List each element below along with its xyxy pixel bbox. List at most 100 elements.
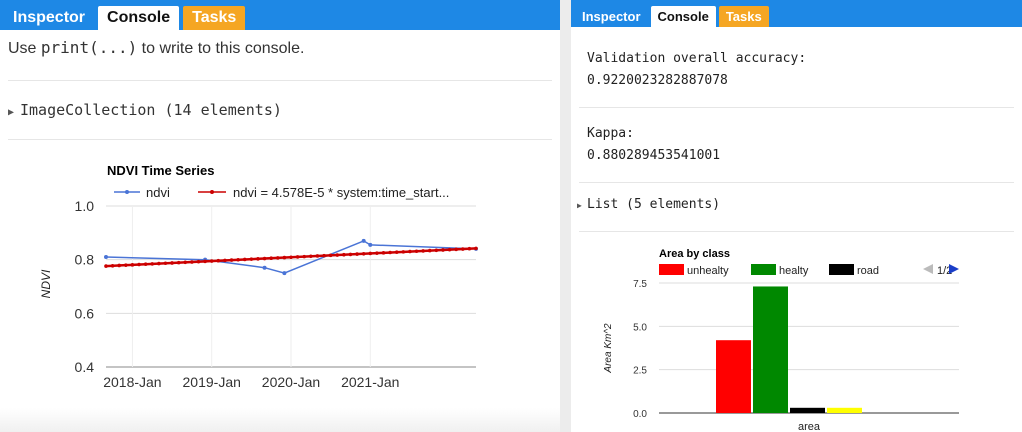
trend-point — [209, 259, 214, 263]
trend-point — [157, 261, 161, 266]
trend-point — [256, 257, 260, 261]
trend-point — [401, 250, 406, 254]
tab-console[interactable]: Console — [650, 6, 716, 27]
tab-bar: Inspector Console Tasks — [571, 0, 1022, 27]
chart-legend: unhealty healty road 1/2 — [659, 264, 959, 277]
trend-point — [163, 261, 168, 266]
y-tick-label: 0.8 — [75, 252, 95, 268]
y-tick-label: 2.5 — [633, 366, 647, 377]
trend-point — [381, 251, 386, 255]
trend-point — [275, 256, 280, 260]
trend-point — [454, 247, 458, 252]
hint-prefix: Use — [8, 40, 41, 57]
collection-row[interactable]: ▶ ImageCollection (14 elements) — [0, 81, 560, 139]
chart-grid — [659, 282, 959, 414]
kappa-value: 0.880289453541001 — [587, 148, 721, 163]
tab-inspector[interactable]: Inspector — [4, 6, 95, 30]
trend-point — [196, 259, 201, 264]
trend-point — [421, 249, 425, 253]
ndvi-point — [368, 242, 373, 247]
trend-point — [348, 252, 353, 257]
trend-point — [190, 260, 194, 264]
y-tick-label: 0.6 — [75, 305, 95, 321]
y-tick-label: 0.0 — [633, 409, 647, 420]
trend-point — [137, 262, 141, 267]
hint-suffix: to write to this console. — [137, 40, 305, 57]
ndvi-point — [282, 271, 287, 276]
list-row[interactable]: ▶ List (5 elements) — [571, 183, 1022, 231]
x-axis-label: area — [798, 421, 821, 432]
accuracy-value: 0.9220023282887078 — [587, 73, 728, 88]
y-tick-label: 7.5 — [633, 279, 647, 290]
expand-triangle-icon[interactable]: ▶ — [8, 107, 20, 118]
bottom-shade — [0, 408, 560, 432]
y-axis-label: Area Km^2 — [603, 323, 614, 374]
trend-point — [375, 251, 379, 255]
ndvi-chart: NDVI Time Series ndvi ndvi = 4.578E-5 * … — [39, 163, 478, 390]
trend-point — [176, 260, 181, 265]
divider — [579, 231, 1014, 232]
tab-tasks[interactable]: Tasks — [183, 6, 246, 30]
right-console-panel: Inspector Console Tasks Validation overa… — [571, 0, 1022, 432]
trend-point — [427, 248, 432, 253]
trend-point — [150, 262, 155, 266]
trend-point — [262, 256, 267, 261]
expand-triangle-icon[interactable]: ▶ — [577, 195, 587, 217]
legend-road: road — [857, 265, 879, 277]
kappa-block: Kappa: 0.880289453541001 — [571, 108, 1022, 167]
trend-point — [249, 257, 254, 261]
bar-unhealty — [716, 340, 751, 413]
x-tick-label: 2018-Jan — [103, 374, 161, 390]
y-tick-label: 0.4 — [75, 359, 95, 375]
trend-point — [355, 252, 359, 256]
trend-point — [295, 255, 300, 259]
trend-point — [236, 257, 240, 262]
trend-point — [124, 263, 128, 267]
bar-road — [790, 407, 825, 413]
collection-label: ImageCollection (14 elements) — [20, 101, 282, 119]
trend-point — [203, 259, 207, 264]
y-tick-labels: 7.5 5.0 2.5 0.0 — [633, 279, 647, 420]
legend-healty: healty — [779, 265, 809, 277]
trend-point — [183, 260, 188, 265]
bar-healty — [753, 286, 788, 413]
y-axis-label: NDVI — [39, 269, 53, 298]
accuracy-label: Validation overall accuracy: — [587, 51, 807, 66]
trend-point — [342, 252, 346, 257]
tab-bar: Inspector Console Tasks — [0, 0, 560, 30]
trend-point — [447, 247, 452, 252]
trend-point — [368, 251, 373, 256]
trend-point — [289, 255, 293, 260]
tab-inspector[interactable]: Inspector — [575, 6, 648, 27]
ndvi-point — [262, 265, 267, 270]
legend-unhealty: unhealty — [687, 265, 729, 277]
trend-point — [110, 263, 115, 268]
x-tick-labels: 2018-Jan 2019-Jan 2020-Jan 2021-Jan — [103, 374, 399, 390]
trend-point — [408, 249, 412, 254]
bar-other — [827, 407, 862, 413]
trend-point — [229, 258, 234, 262]
tab-console[interactable]: Console — [98, 6, 180, 30]
legend-next-icon[interactable] — [949, 264, 959, 274]
trend-point — [242, 257, 247, 262]
trend-point — [434, 248, 439, 253]
trend-point — [130, 263, 135, 267]
console-hint: Use print(...) to write to this console. — [0, 30, 560, 66]
trend-point — [269, 256, 273, 261]
x-tick-label: 2019-Jan — [183, 374, 241, 390]
chart-title: Area by class — [659, 248, 730, 260]
trend-point — [467, 246, 472, 251]
accuracy-block: Validation overall accuracy: 0.922002328… — [571, 27, 1022, 92]
trend-point — [117, 263, 122, 268]
trend-point — [223, 258, 227, 263]
trend-point — [328, 253, 333, 258]
chart-grid — [106, 205, 476, 368]
x-tick-label: 2020-Jan — [262, 374, 320, 390]
tab-tasks[interactable]: Tasks — [718, 6, 769, 27]
trend-point — [104, 264, 108, 268]
panel-gap — [560, 0, 571, 432]
trend-point — [361, 251, 366, 256]
legend-prev-icon[interactable] — [923, 264, 933, 274]
trend-point — [302, 254, 307, 259]
y-tick-label: 5.0 — [633, 322, 647, 333]
